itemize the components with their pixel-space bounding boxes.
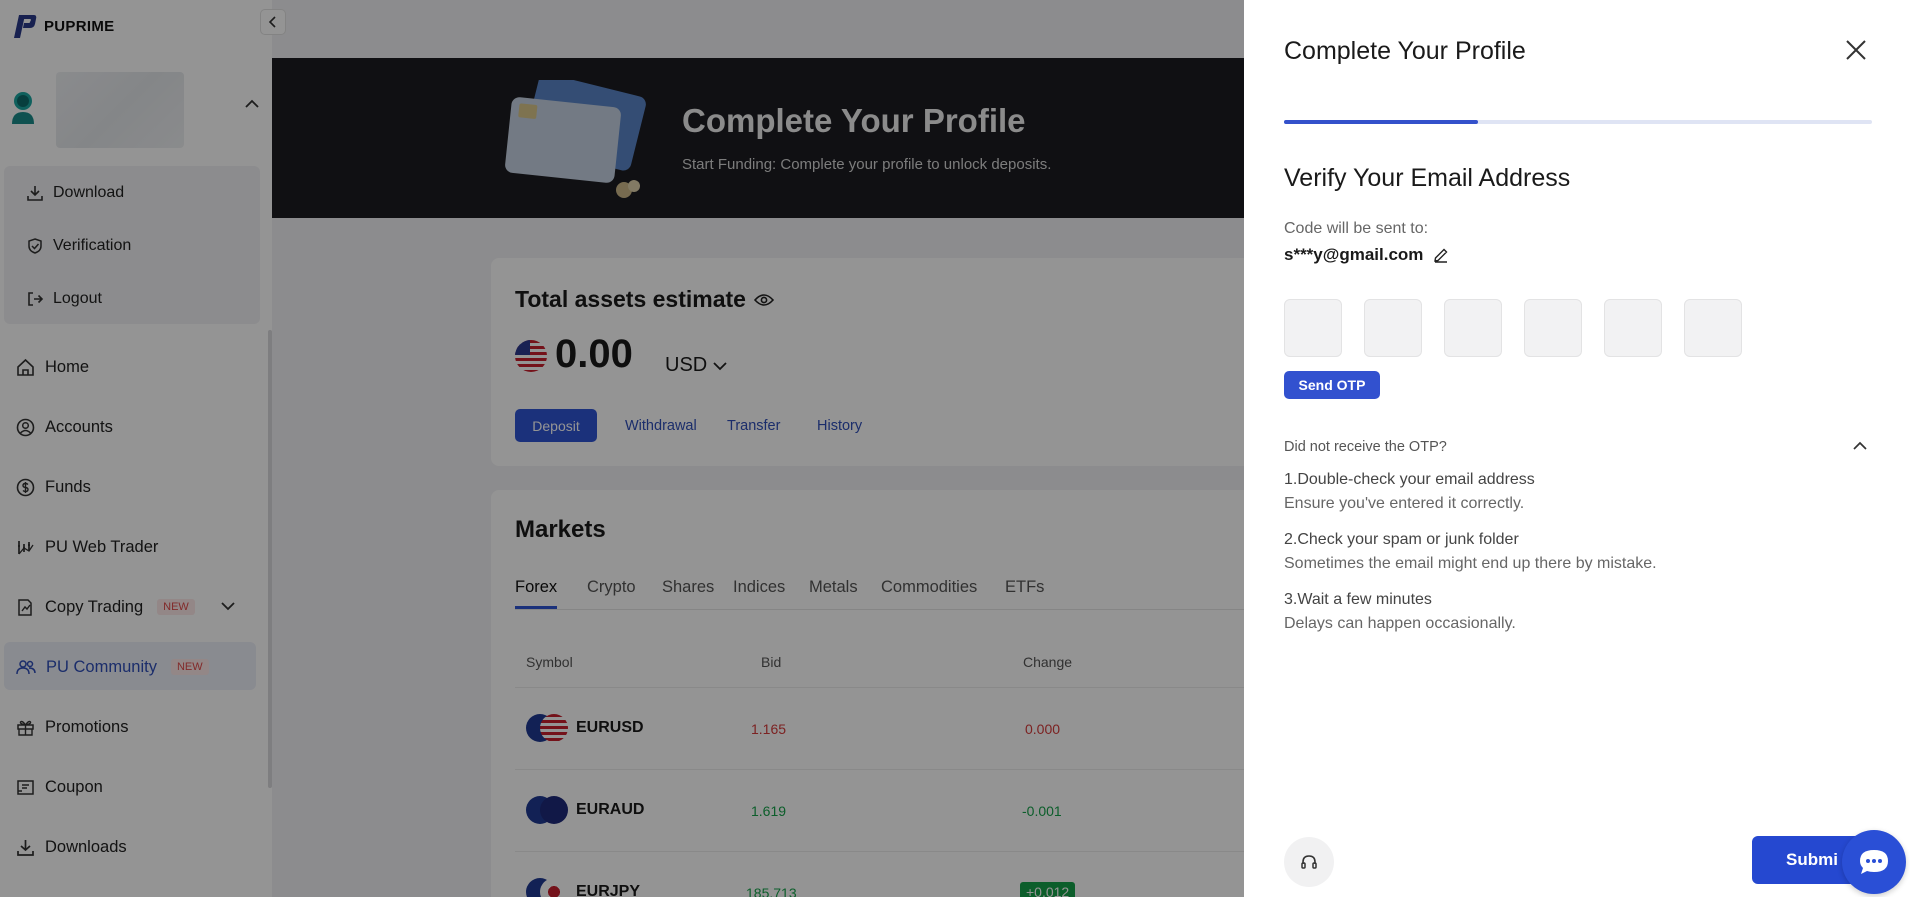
tip-title: 1.Double-check your email address <box>1284 471 1535 488</box>
progress-fill <box>1284 120 1479 124</box>
drawer-title: Complete Your Profile <box>1284 37 1526 65</box>
otp-digit-input[interactable] <box>1604 299 1662 357</box>
chat-button[interactable] <box>1842 830 1906 894</box>
tip-title: 3.Wait a few minutes <box>1284 591 1432 608</box>
tip-description: Delays can happen occasionally. <box>1284 615 1516 632</box>
tip-description: Sometimes the email might end up there b… <box>1284 555 1657 572</box>
otp-digit-input[interactable] <box>1524 299 1582 357</box>
email-display: s***y@gmail.com <box>1284 245 1449 265</box>
complete-profile-drawer: Complete Your Profile Verify Your Email … <box>1244 0 1910 897</box>
otp-help-question[interactable]: Did not receive the OTP? <box>1284 439 1447 455</box>
close-icon[interactable] <box>1842 36 1870 64</box>
otp-digit-input[interactable] <box>1444 299 1502 357</box>
chat-bubble-icon <box>1860 850 1888 874</box>
otp-digit-input[interactable] <box>1684 299 1742 357</box>
email-address: s***y@gmail.com <box>1284 245 1424 264</box>
chevron-up-icon[interactable] <box>1852 440 1868 452</box>
otp-digit-input[interactable] <box>1364 299 1422 357</box>
edit-icon[interactable] <box>1433 247 1449 263</box>
verify-email-heading: Verify Your Email Address <box>1284 164 1571 192</box>
tip-title: 2.Check your spam or junk folder <box>1284 531 1519 548</box>
support-button[interactable] <box>1284 837 1334 887</box>
progress-bar <box>1284 120 1872 124</box>
modal-backdrop[interactable] <box>0 0 1244 897</box>
tip-description: Ensure you've entered it correctly. <box>1284 495 1525 512</box>
code-sent-label: Code will be sent to: <box>1284 220 1429 237</box>
headset-icon <box>1301 855 1317 869</box>
otp-digit-input[interactable] <box>1284 299 1342 357</box>
send-otp-button[interactable]: Send OTP <box>1284 371 1380 399</box>
